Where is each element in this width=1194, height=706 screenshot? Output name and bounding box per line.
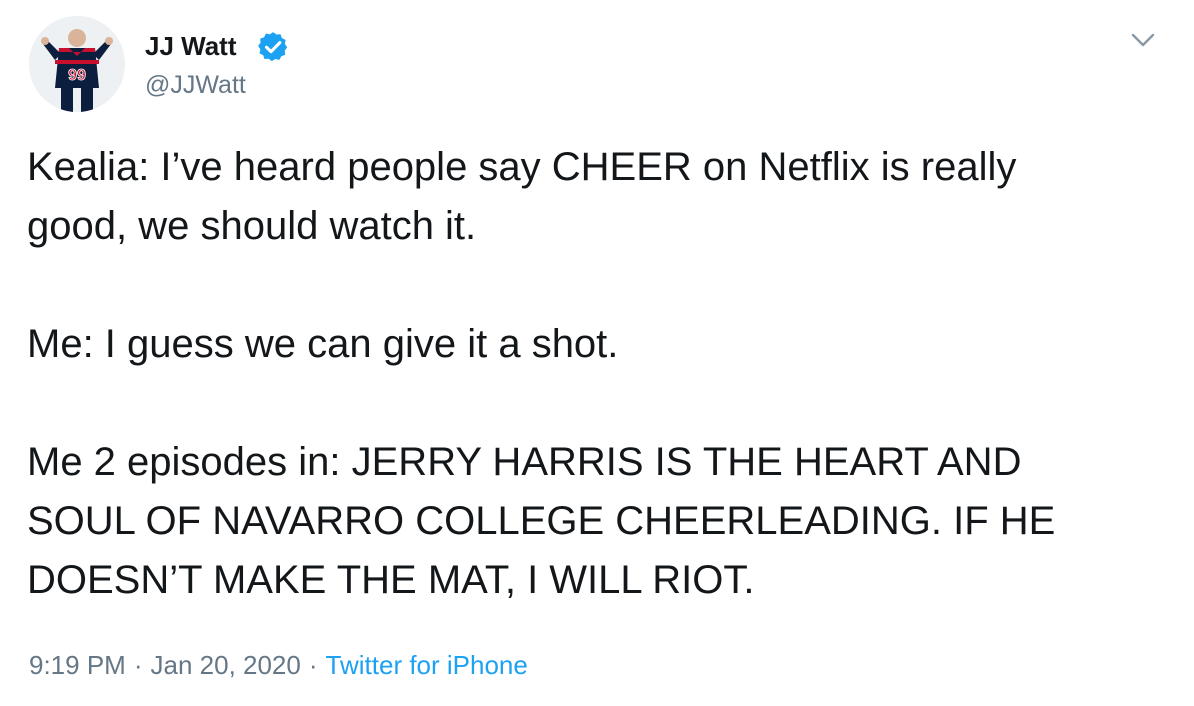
- jersey-number: 99: [68, 67, 86, 84]
- tweet-time[interactable]: 9:19 PM: [29, 650, 126, 680]
- tweet-paragraph: Me 2 episodes in: JERRY HARRIS IS THE HE…: [27, 440, 1056, 602]
- tweet-metadata: 9:19 PM · Jan 20, 2020 · Twitter for iPhone: [29, 648, 528, 682]
- display-name[interactable]: JJ Watt: [145, 30, 237, 62]
- tweet-card: 99 JJ Watt @JJWatt Kealia: I’ve heard pe…: [0, 0, 1194, 706]
- chevron-down-icon[interactable]: [1128, 28, 1158, 52]
- user-handle[interactable]: @JJWatt: [145, 70, 246, 100]
- separator: ·: [308, 650, 318, 680]
- avatar-image: 99: [29, 16, 125, 112]
- verified-badge-icon: [258, 32, 288, 62]
- tweet-date[interactable]: Jan 20, 2020: [151, 650, 301, 680]
- avatar[interactable]: 99: [29, 16, 125, 112]
- tweet-paragraph: Kealia: I’ve heard people say CHEER on N…: [27, 145, 1017, 248]
- tweet-paragraph: Me: I guess we can give it a shot.: [27, 322, 619, 366]
- separator: ·: [133, 650, 143, 680]
- tweet-text: Kealia: I’ve heard people say CHEER on N…: [27, 138, 1177, 610]
- tweet-source-link[interactable]: Twitter for iPhone: [326, 650, 528, 680]
